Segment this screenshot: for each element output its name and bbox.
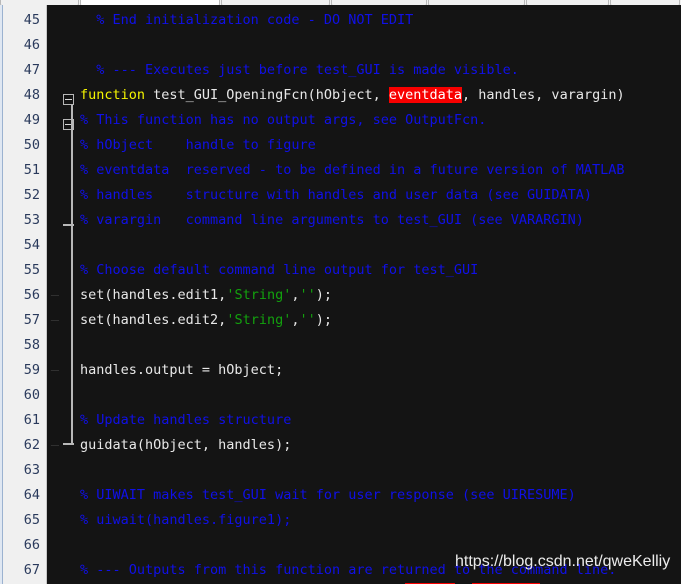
code-token-cm: % End initialization code - DO NOT EDIT xyxy=(80,12,414,28)
line-number: 57 xyxy=(23,312,40,328)
code-text: % handles structure with handles and use… xyxy=(80,183,592,208)
line-number: 48 xyxy=(23,87,40,103)
code-line-row[interactable]: 64 % UIWAIT makes test_GUI wait for user … xyxy=(0,483,681,508)
code-token-pl: set(handles.edit1, xyxy=(80,287,227,303)
code-line-row[interactable]: 59 — handles.output = hObject; xyxy=(0,358,681,383)
code-token-pl: ); xyxy=(315,287,333,303)
code-line-row[interactable]: 48 function test_GUI_OpeningFcn(hObject, … xyxy=(0,83,681,108)
code-token-cm: % UIWAIT makes test_GUI wait for user re… xyxy=(80,487,576,503)
code-line-row[interactable]: 53 % varargin command line arguments to t… xyxy=(0,208,681,233)
line-number: 45 xyxy=(23,12,40,28)
code-editor[interactable]: 45 % End initialization code - DO NOT ED… xyxy=(0,5,681,584)
line-number: 64 xyxy=(23,487,40,503)
code-token-cm: % hObject handle to figure xyxy=(80,137,316,153)
code-text: guidata(hObject, handles); xyxy=(80,433,291,458)
code-token-pl: guidata(hObject, handles); xyxy=(80,437,292,453)
code-line-row[interactable]: 54 xyxy=(0,233,681,258)
code-line-row[interactable]: 52 % handles structure with handles and u… xyxy=(0,183,681,208)
line-number: 52 xyxy=(23,187,40,203)
code-text: % Choose default command line output for… xyxy=(80,258,478,283)
code-line-row[interactable]: 65 % uiwait(handles.figure1); xyxy=(0,508,681,533)
breakpoint-slot-icon[interactable]: — xyxy=(48,358,62,383)
code-line-row[interactable]: 45 % End initialization code - DO NOT ED… xyxy=(0,8,681,33)
code-token-cm: % --- Executes just before test_GUI is m… xyxy=(80,62,519,78)
code-token-pl: ); xyxy=(315,312,333,328)
fold-end-tick-53 xyxy=(63,224,74,226)
code-text: % --- Executes just before test_GUI is m… xyxy=(80,58,519,83)
code-line-row[interactable]: 51 % eventdata reserved - to be defined i… xyxy=(0,158,681,183)
code-token-cm: % Choose default command line output for… xyxy=(80,262,479,278)
breakpoint-slot-icon[interactable]: — xyxy=(48,433,62,458)
code-line-row[interactable]: 60 xyxy=(0,383,681,408)
code-token-pl: set(handles.edit2, xyxy=(80,312,227,328)
code-token-str: '' xyxy=(299,312,316,328)
code-text: % uiwait(handles.figure1); xyxy=(80,508,291,533)
line-number: 55 xyxy=(23,262,40,278)
code-line-row[interactable]: 47 % --- Executes just before test_GUI i… xyxy=(0,58,681,83)
code-token-pl: handles.output = hObject; xyxy=(80,362,284,378)
line-number: 67 xyxy=(23,562,40,578)
code-line-row[interactable]: 63 xyxy=(0,458,681,483)
line-number: 59 xyxy=(23,362,40,378)
code-text: function test_GUI_OpeningFcn(hObject, ev… xyxy=(80,83,625,108)
code-text: % hObject handle to figure xyxy=(80,133,316,158)
code-token-hl: eventdata xyxy=(388,87,463,103)
line-number: 51 xyxy=(23,162,40,178)
code-line-row[interactable]: 55 % Choose default command line output f… xyxy=(0,258,681,283)
matlab-editor-window: 45 % End initialization code - DO NOT ED… xyxy=(0,0,681,584)
line-number: 66 xyxy=(23,537,40,553)
code-token-cm: % This function has no output args, see … xyxy=(80,112,487,128)
code-text: % UIWAIT makes test_GUI wait for user re… xyxy=(80,483,576,508)
code-line-row[interactable]: 56 — set(handles.edit1,'String',''); xyxy=(0,283,681,308)
code-line-row[interactable]: 46 xyxy=(0,33,681,58)
code-line-row[interactable]: 49 % This function has no output args, se… xyxy=(0,108,681,133)
code-token-str: '' xyxy=(299,287,316,303)
code-token-cm: % Update handles structure xyxy=(80,412,292,428)
watermark-text: https://blog.csdn.net/qweKelliy xyxy=(455,553,671,570)
code-text: handles.output = hObject; xyxy=(80,358,283,383)
code-token-cm: % uiwait(handles.figure1); xyxy=(80,512,292,528)
line-number: 65 xyxy=(23,512,40,528)
code-text: set(handles.edit2,'String',''); xyxy=(80,308,332,333)
code-token-cm: % eventdata reserved - to be defined in … xyxy=(80,162,625,178)
line-number: 56 xyxy=(23,287,40,303)
code-line-row[interactable]: 57 — set(handles.edit2,'String',''); xyxy=(0,308,681,333)
fold-guide-line-outer xyxy=(71,105,73,444)
breakpoint-slot-icon[interactable]: — xyxy=(48,308,62,333)
code-text: % End initialization code - DO NOT EDIT xyxy=(80,8,413,33)
code-line-row[interactable]: 62 — guidata(hObject, handles); xyxy=(0,433,681,458)
code-token-pl: test_GUI_OpeningFcn(hObject, xyxy=(145,87,389,103)
code-line-row[interactable]: 58 xyxy=(0,333,681,358)
line-number: 47 xyxy=(23,62,40,78)
breakpoint-slot-icon[interactable]: — xyxy=(48,283,62,308)
fold-toggle-icon-48[interactable] xyxy=(63,94,74,105)
line-number: 54 xyxy=(23,237,40,253)
code-token-str: 'String' xyxy=(226,287,292,303)
code-text: % This function has no output args, see … xyxy=(80,108,486,133)
code-token-pl: , handles, varargin) xyxy=(462,87,625,103)
line-number: 60 xyxy=(23,387,40,403)
line-number: 53 xyxy=(23,212,40,228)
line-number: 46 xyxy=(23,37,40,53)
line-number: 58 xyxy=(23,337,40,353)
line-number: 62 xyxy=(23,437,40,453)
code-token-cm: % handles structure with handles and use… xyxy=(80,187,593,203)
code-line-row[interactable]: 61 % Update handles structure xyxy=(0,408,681,433)
code-text: set(handles.edit1,'String',''); xyxy=(80,283,332,308)
code-token-kw: function xyxy=(80,87,146,103)
code-token-cm: % varargin command line arguments to tes… xyxy=(80,212,584,228)
code-token-str: 'String' xyxy=(226,312,292,328)
line-number: 50 xyxy=(23,137,40,153)
code-text: % varargin command line arguments to tes… xyxy=(80,208,584,233)
code-text: % Update handles structure xyxy=(80,408,291,433)
line-number: 63 xyxy=(23,462,40,478)
code-text: % eventdata reserved - to be defined in … xyxy=(80,158,625,183)
fold-end-tick-62 xyxy=(63,443,74,445)
code-line-row[interactable]: 50 % hObject handle to figure xyxy=(0,133,681,158)
line-number: 49 xyxy=(23,112,40,128)
line-number: 61 xyxy=(23,412,40,428)
